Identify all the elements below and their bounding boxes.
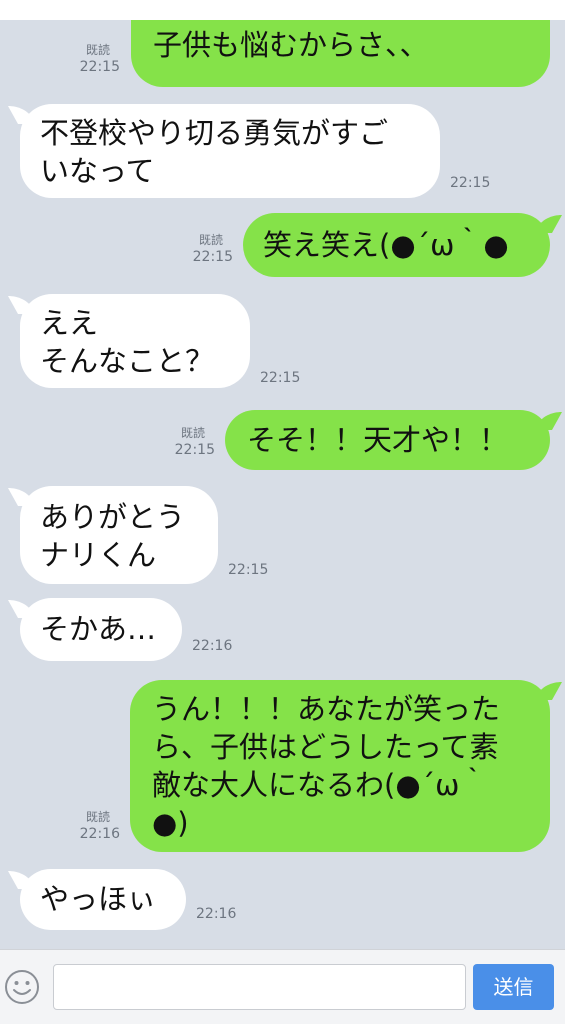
bubble-tail xyxy=(536,412,562,430)
bubble-tail xyxy=(536,682,562,700)
message-bubble[interactable]: お母さんが深刻になると、 子供も悩むからさ、、 xyxy=(131,20,550,87)
message-bubble[interactable]: やっほぃ xyxy=(20,869,186,930)
read-receipt: 既読 xyxy=(85,43,110,57)
timestamp: 22:16 xyxy=(196,906,237,922)
message-bubble[interactable]: そかあ… xyxy=(20,598,182,661)
timestamp: 22:16 xyxy=(79,826,120,842)
input-bar: 送信 xyxy=(0,949,565,1024)
message-meta: 既読 22:15 xyxy=(189,232,233,266)
message-bubble[interactable]: うん！！！あなたが笑った ら、子供はどうしたって素 敵な大人になるわ(●´ω｀ … xyxy=(130,680,550,852)
message-meta: 22:16 xyxy=(196,905,236,923)
read-receipt: 既読 xyxy=(85,810,110,824)
message-bubble[interactable]: ええ そんなこと？ xyxy=(20,294,250,388)
timestamp: 22:15 xyxy=(79,59,120,75)
timestamp: 22:16 xyxy=(192,638,233,654)
message-meta: 22:16 xyxy=(192,637,232,655)
message-meta: 既読 22:15 xyxy=(171,425,215,459)
message-bubble[interactable]: ありがとう ナリくん xyxy=(20,486,218,584)
send-button[interactable]: 送信 xyxy=(473,964,554,1010)
timestamp: 22:15 xyxy=(192,249,233,265)
smiley-icon[interactable] xyxy=(3,968,41,1006)
message-meta: 既読 22:15 xyxy=(76,42,120,76)
message-bubble[interactable]: そそ！！天才や！！ xyxy=(225,410,550,470)
timestamp: 22:15 xyxy=(228,562,269,578)
timestamp: 22:15 xyxy=(450,175,491,191)
message-bubble[interactable]: 不登校やり切る勇気がすご いなって xyxy=(20,104,440,198)
message-input[interactable] xyxy=(53,964,466,1010)
read-receipt: 既読 xyxy=(198,233,223,247)
message-meta: 22:15 xyxy=(260,369,300,387)
message-meta: 22:15 xyxy=(228,561,268,579)
bubble-tail xyxy=(536,215,562,233)
message-bubble[interactable]: 笑え笑え(●´ω｀● xyxy=(243,213,550,277)
read-receipt: 既読 xyxy=(180,426,205,440)
message-meta: 22:15 xyxy=(450,174,490,192)
timestamp: 22:15 xyxy=(174,442,215,458)
chat-area[interactable]: お母さんが深刻になると、 子供も悩むからさ、、 既読 22:15 不登校やり切る… xyxy=(0,20,565,949)
timestamp: 22:15 xyxy=(260,370,301,386)
message-meta: 既読 22:16 xyxy=(76,809,120,843)
